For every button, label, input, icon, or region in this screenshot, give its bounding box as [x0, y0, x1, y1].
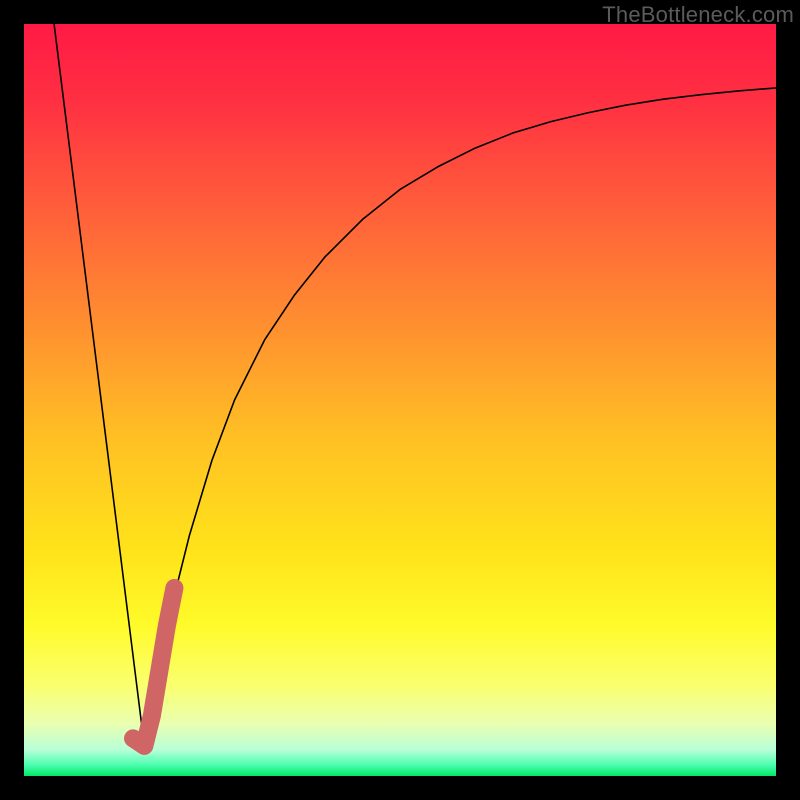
- left-line: [54, 24, 144, 746]
- curves-layer: [24, 24, 776, 776]
- right-curve: [144, 88, 776, 746]
- chart-frame: TheBottleneck.com: [0, 0, 800, 800]
- accent-hook: [133, 588, 174, 746]
- plot-area: [24, 24, 776, 776]
